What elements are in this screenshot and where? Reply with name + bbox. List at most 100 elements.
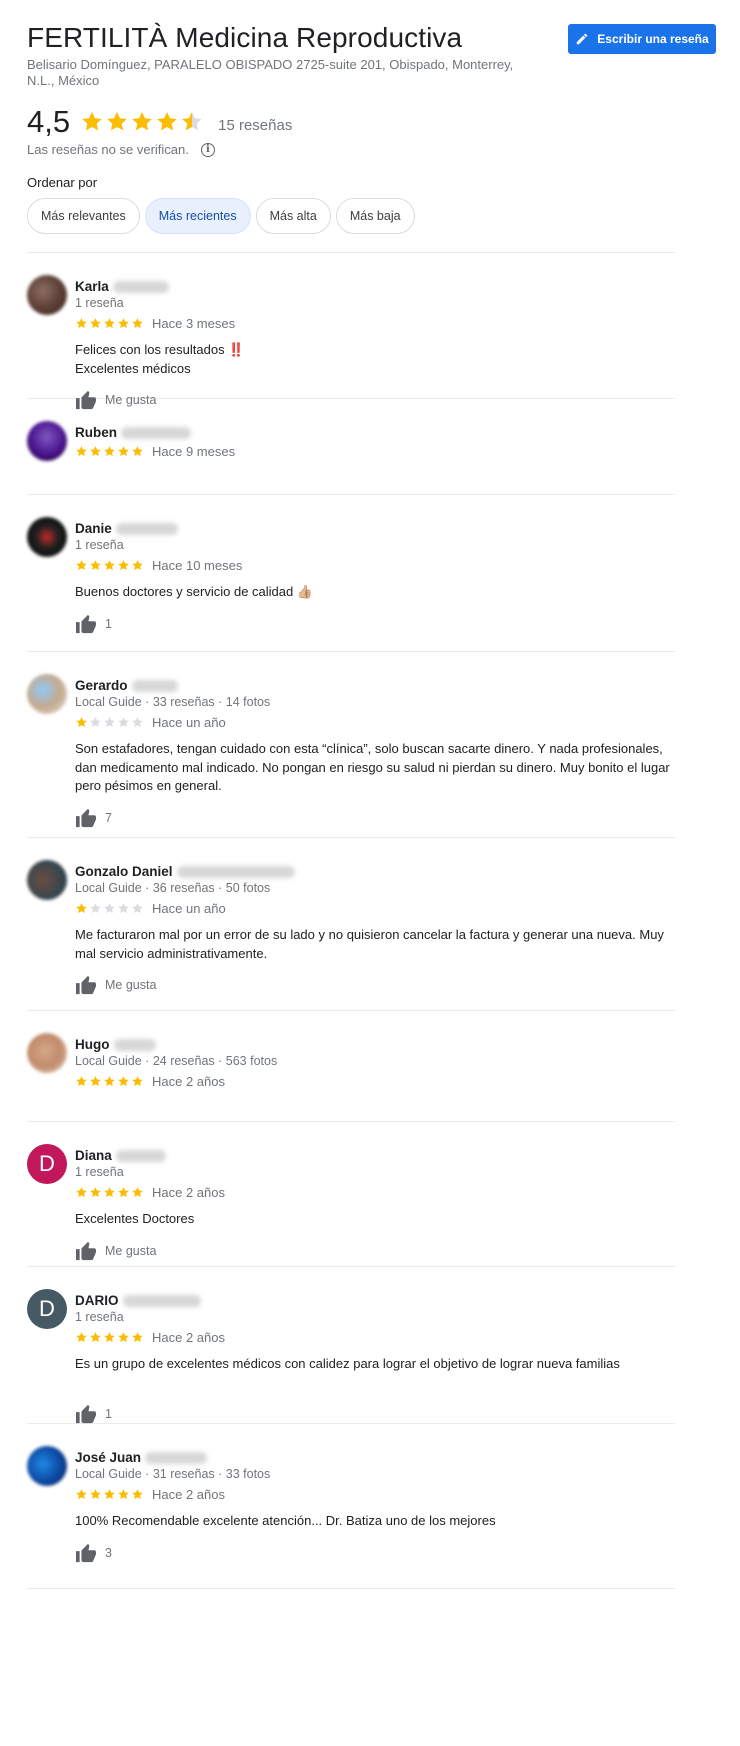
- avatar[interactable]: [27, 275, 67, 315]
- avatar[interactable]: D: [27, 1289, 67, 1329]
- reviewer-name[interactable]: Danie: [75, 521, 178, 536]
- review-item: Danie 1 reseña Hace 10 meses Buenos doctore…: [27, 495, 675, 652]
- blurred-surname: [131, 679, 178, 692]
- rating-summary: 4,5 15 reseñas: [27, 104, 292, 140]
- like-button[interactable]: 1: [75, 614, 112, 634]
- review-item: Gerardo Local Guide · 33 reseñas · 14 fot…: [27, 652, 675, 838]
- blurred-surname: [121, 426, 191, 439]
- review-rating: Hace 2 años: [75, 1074, 225, 1089]
- review-rating: Hace 10 meses: [75, 558, 242, 573]
- sort-chip-highest[interactable]: Más alta: [255, 198, 331, 234]
- write-review-button[interactable]: Escribir una reseña: [568, 24, 716, 54]
- thumbs-up-icon: [76, 1543, 96, 1562]
- reviewer-name[interactable]: Karla: [75, 279, 169, 294]
- like-button[interactable]: 1: [75, 1404, 112, 1424]
- review-text-line: Buenos doctores y servicio de calidad 👍🏼: [75, 584, 314, 599]
- like-label: Me gusta: [105, 1243, 157, 1258]
- reviewer-first-name: Danie: [75, 521, 112, 536]
- star-icon: [132, 1187, 143, 1198]
- review-text-line: Excelentes Doctores: [75, 1211, 195, 1226]
- thumbs-up-icon: [76, 1241, 96, 1260]
- avatar[interactable]: [27, 421, 67, 461]
- review-text: Excelentes Doctores: [75, 1210, 675, 1229]
- review-count-link[interactable]: 15 reseñas: [218, 117, 292, 134]
- like-label: 7: [105, 810, 112, 825]
- place-title: FERTILITÀ Medicina Reproductiva: [27, 22, 463, 53]
- reviewer-name[interactable]: Ruben: [75, 425, 191, 440]
- star-icon: [118, 1187, 129, 1198]
- info-icon[interactable]: i: [200, 142, 215, 157]
- reviewer-name[interactable]: DARIO: [75, 1293, 201, 1308]
- rating-value: 4,5: [27, 104, 71, 139]
- review-rating: Hace 3 meses: [75, 316, 235, 331]
- like-button[interactable]: 7: [75, 808, 112, 828]
- like-button[interactable]: Me gusta: [75, 1241, 156, 1261]
- reviewer-meta: 1 reseña: [75, 538, 124, 552]
- avatar[interactable]: D: [27, 1144, 67, 1184]
- review-date: Hace un año: [152, 715, 226, 730]
- review-item: Hugo Local Guide · 24 reseñas · 563 fotos…: [27, 1011, 675, 1122]
- reviewer-first-name: DARIO: [75, 1293, 119, 1308]
- blurred-surname: [145, 1451, 208, 1464]
- sort-chip-recent[interactable]: Más recientes: [144, 198, 251, 234]
- sort-chip-relevant[interactable]: Más relevantes: [27, 198, 140, 234]
- review-text: Es un grupo de excelentes médicos con ca…: [75, 1355, 675, 1374]
- reviewer-first-name: Karla: [75, 279, 109, 294]
- star-icon: [76, 318, 87, 329]
- reviewer-meta: 1 reseña: [75, 1310, 124, 1324]
- review-rating: Hace 2 años: [75, 1185, 225, 1200]
- avatar[interactable]: [27, 1446, 67, 1486]
- place-address: Belisario Domínguez, PARALELO OBISPADO 2…: [27, 57, 514, 88]
- star-icon: [132, 112, 152, 131]
- review-text: Son estafadores, tengan cuidado con esta…: [75, 740, 675, 796]
- review-text-line: 100% Recomendable excelente atención... …: [75, 1513, 496, 1528]
- avatar-letter: D: [39, 1296, 55, 1321]
- review-item: D Diana 1 reseña Hace 2 años Excelentes Doct…: [27, 1122, 675, 1267]
- like-button[interactable]: Me gusta: [75, 975, 156, 995]
- star-icon: [76, 717, 87, 728]
- review-stars: [75, 1075, 144, 1088]
- reviewer-name[interactable]: Hugo: [75, 1037, 156, 1052]
- star-icon: [104, 1076, 115, 1087]
- avatar[interactable]: [27, 860, 67, 900]
- star-icon: [132, 446, 143, 457]
- star-icon: [90, 717, 101, 728]
- review-stars: [75, 1186, 144, 1199]
- reviewer-name[interactable]: Gerardo: [75, 678, 178, 693]
- reviewer-name[interactable]: Gonzalo Daniel: [75, 864, 295, 879]
- review-stars: [75, 317, 144, 330]
- like-label: 1: [105, 1407, 112, 1421]
- sort-label: Ordenar por: [27, 175, 98, 190]
- star-icon: [132, 560, 143, 571]
- star-icon: [90, 446, 101, 457]
- review-stars: [75, 445, 144, 458]
- reviewer-name[interactable]: Diana: [75, 1148, 166, 1163]
- review-text: Felices con los resultados ‼️ Excelentes …: [75, 341, 675, 378]
- avatar[interactable]: [27, 517, 67, 557]
- review-date: Hace 2 años: [152, 1487, 225, 1502]
- reviewer-name[interactable]: José Juan: [75, 1450, 208, 1465]
- star-icon: [104, 560, 115, 571]
- blurred-surname: [115, 522, 178, 535]
- blurred-surname: [112, 280, 169, 293]
- star-icon: [90, 1187, 101, 1198]
- avatar[interactable]: [27, 1033, 67, 1073]
- star-icon: [104, 1187, 115, 1198]
- star-icon: [132, 318, 143, 329]
- review-stars: [75, 559, 144, 572]
- star-icon: [90, 318, 101, 329]
- review-date: Hace un año: [152, 901, 226, 916]
- star-icon: [104, 446, 115, 457]
- avatar[interactable]: [27, 674, 67, 714]
- review-rating: Hace un año: [75, 715, 226, 730]
- like-button[interactable]: 3: [75, 1543, 112, 1563]
- star-icon: [104, 717, 115, 728]
- write-review-label: Escribir una reseña: [597, 32, 709, 46]
- sort-chip-lowest[interactable]: Más baja: [335, 198, 415, 234]
- star-icon: [107, 112, 127, 131]
- avatar-letter: D: [39, 1151, 55, 1176]
- blurred-surname: [176, 865, 295, 878]
- review-text-line: Me facturaron mal por un error de su lad…: [75, 927, 664, 961]
- star-icon: [90, 560, 101, 571]
- reviewer-first-name: Hugo: [75, 1037, 110, 1052]
